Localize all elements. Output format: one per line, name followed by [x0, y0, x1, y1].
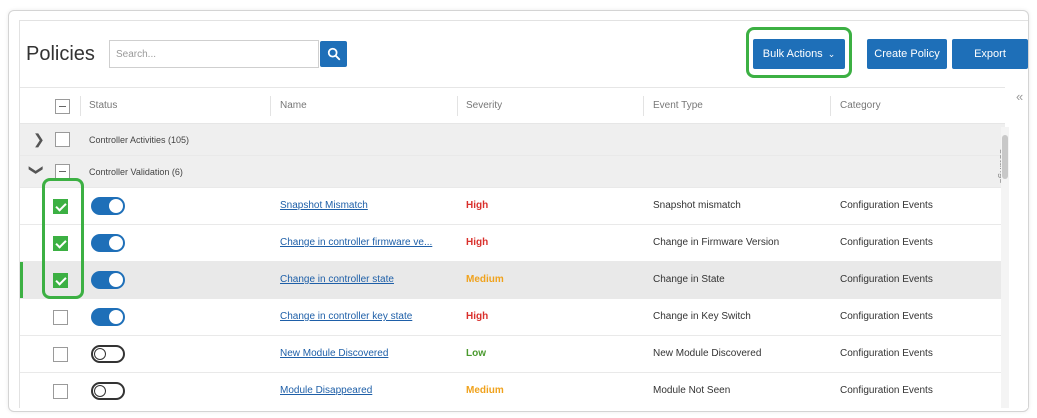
status-toggle[interactable]	[91, 308, 125, 326]
column-header-event-type[interactable]: Event Type	[653, 100, 703, 111]
severity-label: High	[466, 200, 489, 211]
row-checkbox[interactable]	[53, 347, 68, 362]
column-separator	[457, 96, 458, 116]
group-label: Controller Validation (6)	[89, 167, 183, 177]
policy-name-link[interactable]: Snapshot Mismatch	[280, 200, 368, 211]
event-type: Change in Key Switch	[653, 311, 751, 322]
group-label: Controller Activities (105)	[89, 135, 190, 145]
selected-row-accent	[20, 262, 23, 298]
column-header-status[interactable]: Status	[89, 100, 117, 111]
event-type: New Module Discovered	[653, 348, 762, 359]
severity-label: Medium	[466, 385, 504, 396]
event-type: Change in State	[653, 274, 725, 285]
table-row[interactable]: New Module Discovered Low New Module Dis…	[20, 336, 1005, 373]
group-checkbox[interactable]	[55, 132, 70, 147]
policy-name-link[interactable]: Change in controller state	[280, 274, 394, 285]
policy-name-link[interactable]: Change in controller key state	[280, 311, 412, 322]
column-separator	[270, 96, 271, 116]
category: Configuration Events	[840, 385, 933, 396]
search-icon	[327, 47, 340, 61]
severity-label: High	[466, 237, 489, 248]
collapse-panel-icon[interactable]: «	[1016, 89, 1023, 104]
chevron-down-icon: ⌄	[827, 48, 836, 59]
column-separator	[80, 96, 81, 116]
table-row[interactable]: Module Disappeared Medium Module Not See…	[20, 373, 1005, 408]
bulk-actions-button[interactable]: Bulk Actions ⌄	[753, 39, 845, 69]
category: Configuration Events	[840, 237, 933, 248]
search-input[interactable]	[109, 40, 319, 68]
category: Configuration Events	[840, 274, 933, 285]
export-button[interactable]: Export	[952, 39, 1028, 69]
scrollbar-thumb[interactable]	[1002, 135, 1008, 179]
event-type: Snapshot mismatch	[653, 200, 741, 211]
status-toggle[interactable]	[91, 382, 125, 400]
category: Configuration Events	[840, 200, 933, 211]
severity-label: High	[466, 311, 489, 322]
page-title: Policies	[26, 43, 95, 65]
chevron-down-icon[interactable]: ❯	[29, 164, 45, 176]
category: Configuration Events	[840, 348, 933, 359]
policy-name-link[interactable]: Change in controller firmware ve...	[280, 237, 432, 248]
severity-label: Low	[466, 348, 486, 359]
group-checkbox[interactable]	[55, 164, 70, 179]
column-header-severity[interactable]: Severity	[466, 100, 502, 111]
status-toggle[interactable]	[91, 345, 125, 363]
bulk-actions-label: Bulk Actions	[762, 48, 823, 60]
create-policy-button[interactable]: Create Policy	[867, 39, 947, 69]
policies-panel: Policies Bulk Actions ⌄ Create Policy Ex…	[19, 20, 1028, 408]
column-separator	[643, 96, 644, 116]
group-row-controller-activities[interactable]: ❯ Controller Activities (105)	[20, 124, 1005, 156]
group-row-controller-validation[interactable]: ❯ Controller Validation (6)	[20, 156, 1005, 188]
column-separator	[830, 96, 831, 116]
table-header: Status Name Severity Event Type Category	[20, 87, 1005, 124]
category: Configuration Events	[840, 311, 933, 322]
status-toggle[interactable]	[91, 271, 125, 289]
checkbox-selection-highlight	[42, 178, 84, 299]
chevron-right-icon[interactable]: ❯	[33, 132, 45, 146]
column-header-category[interactable]: Category	[840, 100, 881, 111]
event-type: Module Not Seen	[653, 385, 731, 396]
column-header-name[interactable]: Name	[280, 100, 307, 111]
status-toggle[interactable]	[91, 234, 125, 252]
policy-name-link[interactable]: Module Disappeared	[280, 385, 372, 396]
vertical-scrollbar[interactable]	[1001, 127, 1009, 408]
table-row[interactable]: Snapshot Mismatch High Snapshot mismatch…	[20, 188, 1005, 225]
row-checkbox[interactable]	[53, 310, 68, 325]
status-toggle[interactable]	[91, 197, 125, 215]
event-type: Change in Firmware Version	[653, 237, 780, 248]
search-button[interactable]	[320, 41, 347, 67]
select-all-checkbox[interactable]	[55, 99, 70, 114]
table-row[interactable]: Change in controller firmware ve... High…	[20, 225, 1005, 262]
row-checkbox[interactable]	[53, 384, 68, 399]
table-row[interactable]: Change in controller key state High Chan…	[20, 299, 1005, 336]
table-row[interactable]: Change in controller state Medium Change…	[20, 262, 1005, 299]
severity-label: Medium	[466, 274, 504, 285]
policy-name-link[interactable]: New Module Discovered	[280, 348, 388, 359]
